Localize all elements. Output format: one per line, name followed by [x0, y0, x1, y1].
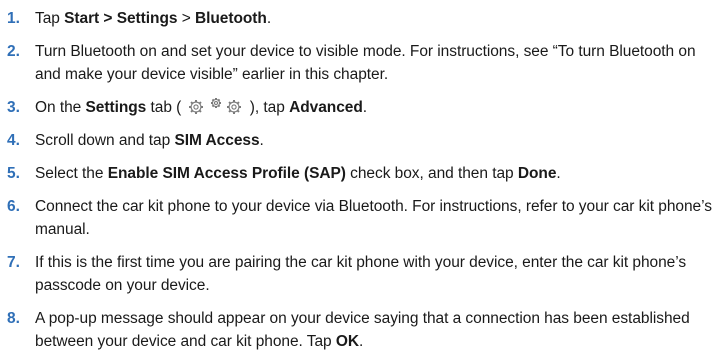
step-text: On the [35, 99, 86, 116]
list-item: 4. Scroll down and tap SIM Access. [7, 129, 715, 152]
step-text: . [556, 165, 561, 182]
step-number: 7. [7, 254, 20, 271]
step-text: . [259, 132, 264, 149]
list-item: 8. A pop-up message should appear on your… [7, 307, 715, 353]
step-text: . [266, 10, 272, 27]
list-item: 7. If this is the first time you are pair… [7, 251, 715, 297]
list-item: 5. Select the Enable SIM Access Profile (… [7, 162, 715, 185]
step-emphasis: Advanced [289, 99, 363, 116]
step-text: . [359, 333, 364, 350]
instructions-page: 1. Tap Start > Settings > Bluetooth. 2. Tur… [0, 0, 723, 359]
step-emphasis: Start > Settings [64, 10, 178, 27]
step-number: 3. [7, 99, 20, 116]
step-emphasis: OK [335, 333, 360, 350]
step-text: If this is the first time you are pairin… [35, 254, 687, 294]
step-emphasis: SIM Access [174, 132, 260, 149]
step-text: Select the [35, 165, 108, 182]
step-emphasis: Bluetooth [194, 10, 267, 27]
list-item: 2. Turn Bluetooth on and set your device … [7, 40, 715, 86]
step-emphasis: Done [517, 165, 557, 182]
step-number: 4. [7, 132, 20, 149]
step-number: 8. [7, 310, 20, 327]
steps-list: 1. Tap Start > Settings > Bluetooth. 2. Tur… [7, 7, 715, 353]
step-emphasis: Enable SIM Access Profile (SAP) [107, 165, 346, 182]
step-text: ), tap [245, 99, 290, 116]
step-text: Tap [35, 10, 65, 27]
step-text: Scroll down and tap [35, 132, 175, 149]
step-emphasis: Settings [85, 99, 147, 116]
list-item: 3. On the Settings tab ( ), tap Advanced. [7, 96, 715, 119]
step-text: tab ( [146, 99, 186, 116]
list-item: 1. Tap Start > Settings > Bluetooth. [7, 7, 715, 30]
step-number: 2. [7, 43, 20, 60]
step-text: Turn Bluetooth on and set your device to… [35, 43, 696, 83]
list-item: 6. Connect the car kit phone to your devi… [7, 195, 715, 241]
step-number: 5. [7, 165, 20, 182]
settings-gears-icon [187, 97, 245, 115]
step-text: check box, and then tap [345, 165, 518, 182]
step-text: > [177, 10, 195, 27]
step-text: Connect the car kit phone to your device… [35, 198, 712, 238]
step-number: 6. [7, 198, 20, 215]
step-number: 1. [7, 10, 20, 27]
step-text: . [362, 99, 368, 116]
